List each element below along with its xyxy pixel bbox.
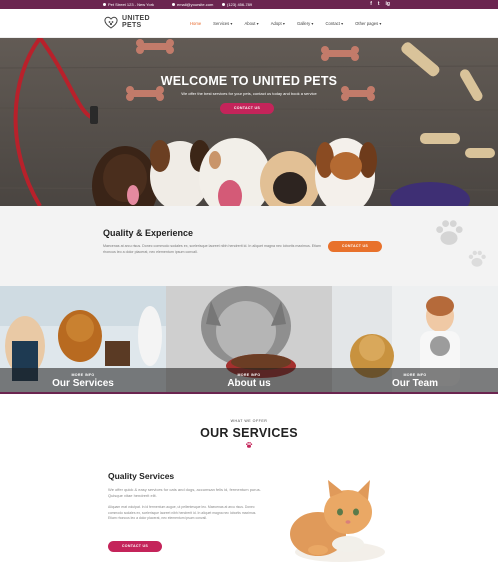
logo-text-2: PETS: [122, 22, 142, 29]
nav-home[interactable]: Home: [190, 21, 201, 26]
nav-gallery[interactable]: Gallery ▾: [297, 21, 314, 26]
nav-services[interactable]: Services ▾: [213, 21, 232, 26]
hero-dogs-image: [0, 38, 498, 206]
quality-contact-button[interactable]: CONTACT US: [328, 241, 382, 252]
services-contact-button[interactable]: CONTACT US: [108, 541, 162, 552]
tile-our-team[interactable]: MORE INFO Our Team: [332, 286, 498, 394]
services-heading: Quality Services: [108, 471, 175, 481]
phone-info[interactable]: (123) 456-789: [222, 2, 252, 7]
paw-icon-small: [468, 250, 486, 267]
site-header: UNITED PETS Home Services ▾ About ▾ Adop…: [0, 9, 498, 38]
tile-band: MORE INFO Our Services: [0, 368, 166, 394]
hero-contact-button[interactable]: CONTACT US: [220, 103, 274, 114]
address-text: Pet Street 123 - New York: [108, 2, 155, 7]
tile-title[interactable]: Our Team: [332, 378, 498, 389]
tile-title[interactable]: Our Services: [0, 378, 166, 389]
twitter-icon[interactable]: t: [378, 1, 380, 7]
tile-our-services[interactable]: MORE INFO Our Services: [0, 286, 166, 394]
paw-heart-icon: [104, 16, 118, 29]
quality-text: Maecenas at arcu risus. Donec commodo so…: [103, 244, 321, 254]
location-icon: [103, 3, 106, 6]
tile-title[interactable]: About us: [166, 378, 332, 389]
tile-more-info[interactable]: MORE INFO: [332, 373, 498, 377]
services-body: Aliquam erat volutpat. In id fermentum a…: [108, 505, 257, 520]
nav-contact[interactable]: Contact ▾: [325, 21, 343, 26]
logo-text-1: UNITED: [122, 15, 150, 22]
section-eyebrow: WHAT WE OFFER: [230, 419, 268, 423]
paw-icon: [436, 220, 463, 245]
tile-about-us[interactable]: MORE INFO About us: [166, 286, 332, 394]
email-text[interactable]: email@yoursite.com: [177, 2, 213, 7]
hero-title: WELCOME TO UNITED PETS: [160, 74, 338, 88]
nav-adopt[interactable]: Adopt ▾: [271, 21, 285, 26]
tile-more-info[interactable]: MORE INFO: [0, 373, 166, 377]
instagram-icon[interactable]: ig: [386, 1, 390, 7]
phone-text[interactable]: (123) 456-789: [227, 2, 252, 7]
top-bar: Pet Street 123 - New York email@yoursite…: [0, 0, 498, 9]
info-tiles: MORE INFO Our Services MORE INFO About u…: [0, 286, 498, 394]
kitten-image: [290, 480, 385, 562]
section-title: OUR SERVICES: [200, 426, 298, 440]
hero-banner: WELCOME TO UNITED PETS We offer the best…: [0, 38, 498, 206]
logo[interactable]: UNITED PETS: [103, 15, 150, 29]
services-section: WHAT WE OFFER OUR SERVICES Quality Servi…: [0, 394, 498, 571]
social-links: f t ig: [370, 1, 390, 7]
tile-more-info[interactable]: MORE INFO: [166, 373, 332, 377]
nav-about[interactable]: About ▾: [245, 21, 259, 26]
main-nav: Home Services ▾ About ▾ Adopt ▾ Gallery …: [190, 21, 381, 26]
hero-subtitle: We offer the best services for your pets…: [181, 91, 317, 96]
facebook-icon[interactable]: f: [370, 1, 372, 7]
services-lead: We offer quick & easy services for cats …: [108, 487, 261, 498]
quality-title: Quality & Experience: [103, 228, 194, 238]
paw-icon: [246, 442, 253, 448]
address-info: Pet Street 123 - New York: [103, 2, 154, 7]
phone-icon: [222, 3, 225, 6]
quality-section: Quality & Experience Maecenas at arcu ri…: [0, 206, 498, 286]
email-info[interactable]: email@yoursite.com: [172, 2, 213, 7]
tile-band: MORE INFO Our Team: [332, 368, 498, 394]
nav-other-pages[interactable]: Other pages ▾: [355, 21, 381, 26]
mail-icon: [172, 3, 175, 6]
tile-band: MORE INFO About us: [166, 368, 332, 394]
